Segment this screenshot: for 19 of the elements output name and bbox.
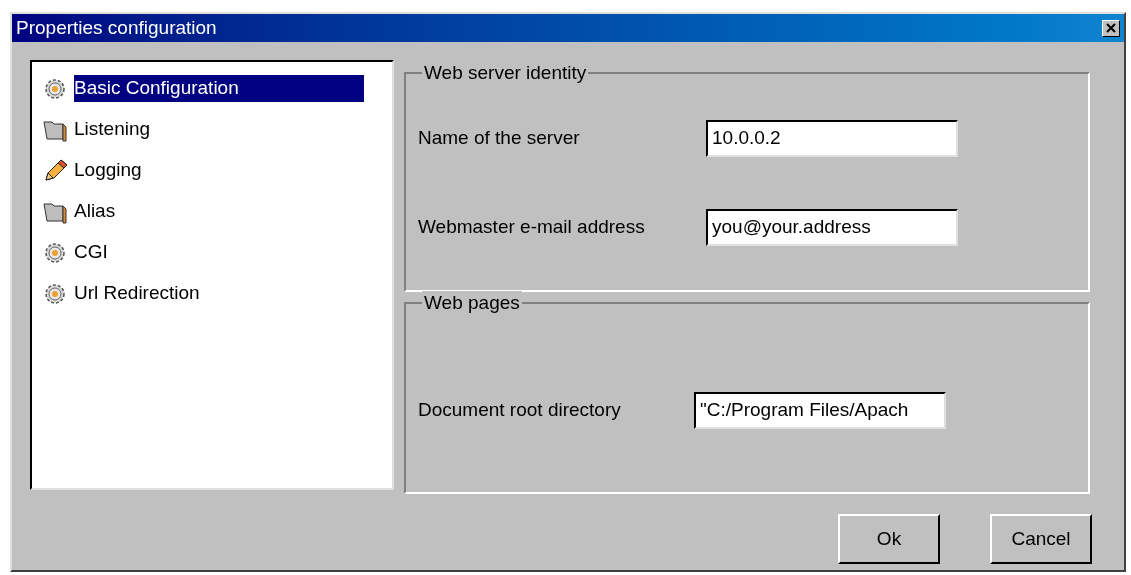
sidebar-item[interactable]: Logging: [74, 157, 152, 184]
dialog-button[interactable]: Ok: [838, 514, 940, 564]
group-title: Web pages: [422, 291, 522, 315]
dialog-button[interactable]: Cancel: [990, 514, 1092, 564]
close-icon: [1106, 23, 1116, 33]
field-label: Name of the server: [418, 126, 581, 151]
text-field[interactable]: "C:/Program Files/Apach: [694, 392, 946, 429]
text-field[interactable]: you@your.address: [706, 209, 958, 246]
sidebar-item[interactable]: Basic Configuration: [74, 75, 364, 102]
window-title: Properties configuration: [16, 15, 217, 40]
text-field[interactable]: 10.0.0.2: [706, 120, 958, 157]
close-button[interactable]: [1102, 19, 1120, 37]
field-label: Document root directory: [418, 398, 622, 423]
sidebar-item[interactable]: Alias: [74, 198, 126, 225]
sidebar-item[interactable]: Url Redirection: [74, 280, 210, 307]
sidebar-item[interactable]: Listening: [74, 116, 161, 143]
sidebar-item[interactable]: CGI: [74, 239, 118, 266]
pencil-icon: [42, 157, 68, 184]
field-label: Webmaster e-mail address: [418, 215, 646, 240]
